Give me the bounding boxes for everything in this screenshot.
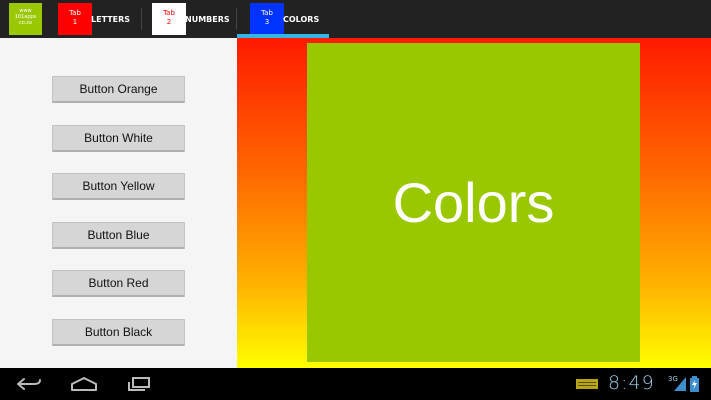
button-black[interactable]: Button Black (52, 319, 185, 346)
action-bar: www 101apps co.za Tab 1 LETTERS Tab 2 NU… (0, 0, 711, 38)
tab-label: LETTERS (91, 14, 131, 24)
tab-badge-line: Tab (69, 9, 81, 17)
battery-icon (690, 376, 699, 392)
button-red[interactable]: Button Red (52, 270, 185, 297)
tab-badge: Tab 3 (250, 3, 284, 35)
tab-label: COLORS (283, 14, 320, 24)
app-logo-line: co.za (19, 20, 32, 26)
tab-divider (236, 8, 237, 30)
color-display-panel: Colors (237, 38, 711, 368)
tab-colors[interactable]: Tab 3 COLORS (250, 0, 319, 38)
back-icon[interactable] (16, 377, 42, 391)
tab-badge-line: 2 (166, 18, 172, 26)
recent-apps-icon[interactable] (127, 377, 151, 391)
signal-icon (674, 377, 686, 391)
tab-badge-line: Tab (261, 9, 273, 17)
tab-label: NUMBERS (185, 14, 230, 24)
tab-badge: Tab 2 (152, 3, 186, 35)
tab-divider (141, 8, 142, 30)
button-panel: Button Orange Button White Button Yellow… (0, 38, 237, 368)
tab-badge: Tab 1 (58, 3, 92, 35)
button-white[interactable]: Button White (52, 125, 185, 152)
color-box-title: Colors (392, 171, 555, 234)
notification-icon[interactable] (576, 379, 598, 389)
button-orange[interactable]: Button Orange (52, 76, 185, 103)
button-yellow[interactable]: Button Yellow (52, 173, 185, 200)
system-nav-bar: 8:49 3G (0, 368, 711, 400)
clock: 8:49 (608, 372, 655, 394)
tab-badge-line: 1 (72, 18, 78, 26)
tab-badge-line: Tab (163, 9, 175, 17)
button-blue[interactable]: Button Blue (52, 222, 185, 249)
app-logo: www 101apps co.za (9, 3, 42, 35)
tab-badge-line: 3 (264, 18, 270, 26)
home-icon[interactable] (70, 377, 98, 391)
tab-numbers[interactable]: Tab 2 NUMBERS (152, 0, 230, 38)
color-box: Colors (307, 43, 640, 362)
tab-letters[interactable]: Tab 1 LETTERS (58, 0, 130, 38)
